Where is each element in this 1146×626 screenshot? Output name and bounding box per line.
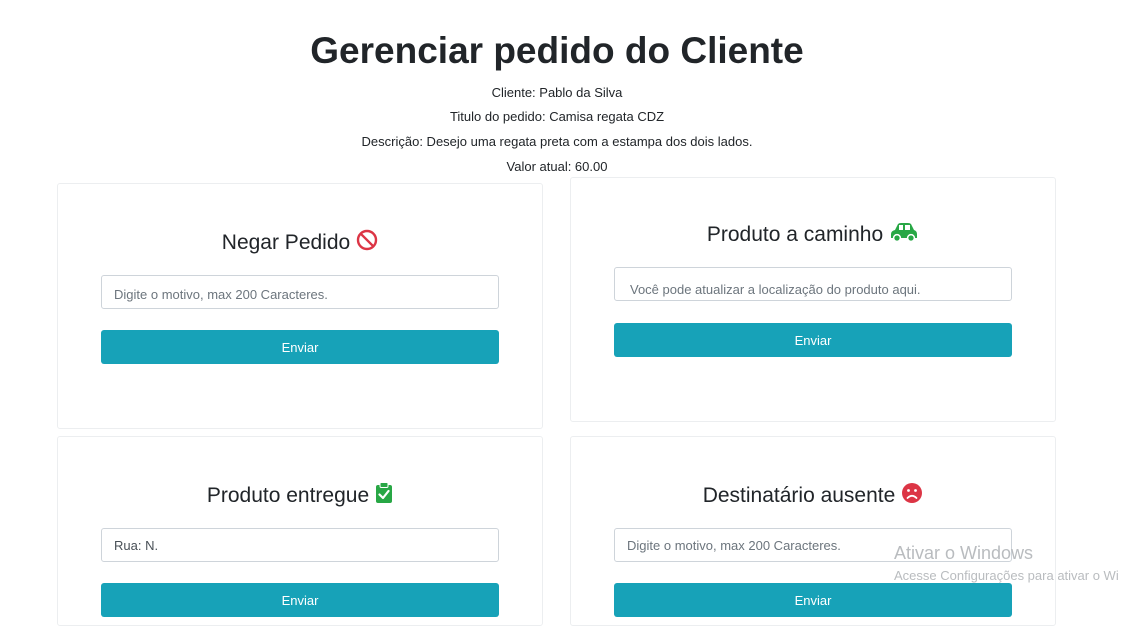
page-title: Gerenciar pedido do Cliente [310,30,804,71]
sad-face-icon [901,482,923,510]
negar-pedido-title: Negar Pedido [221,231,351,254]
entregue-enviar-button[interactable]: Enviar [101,583,499,617]
card-produto-caminho: Produto a caminho Enviar [570,177,1056,422]
produto-entregue-heading: Produto entregue [58,482,542,510]
produto-caminho-heading: Produto a caminho [571,221,1055,249]
ausente-enviar-button[interactable]: Enviar [614,583,1012,617]
titulo-pedido-text: Titulo do pedido: Camisa regata CDZ [449,109,665,124]
car-icon [889,221,919,249]
card-negar-pedido: Negar Pedido Enviar [57,183,543,429]
cliente-text: Cliente: Pablo da Silva [491,85,623,100]
valor-text: Valor atual: 60.00 [506,159,608,174]
destinatario-ausente-heading: Destinatário ausente [571,482,1055,510]
watermark-subtitle: Acesse Configurações para ativar o Wi [894,568,1119,583]
watermark-title: Ativar o Windows [894,543,1034,563]
card-produto-entregue: Produto entregue Enviar [57,436,543,626]
negar-pedido-heading: Negar Pedido [58,229,542,257]
destinatario-ausente-title: Destinatário ausente [702,484,896,507]
no-entry-icon [356,229,378,257]
negar-motivo-input[interactable] [101,275,499,309]
endereco-input[interactable] [101,528,499,562]
produto-caminho-title: Produto a caminho [706,223,884,246]
negar-enviar-button[interactable]: Enviar [101,330,499,364]
produto-entregue-title: Produto entregue [206,484,370,507]
caminho-enviar-button[interactable]: Enviar [614,323,1012,357]
descricao-text: Descrição: Desejo uma regata preta com a… [361,134,753,149]
localizacao-input[interactable] [614,267,1012,301]
card-destinatario-ausente: Destinatário ausente Enviar [570,436,1056,626]
clipboard-check-icon [375,482,393,510]
